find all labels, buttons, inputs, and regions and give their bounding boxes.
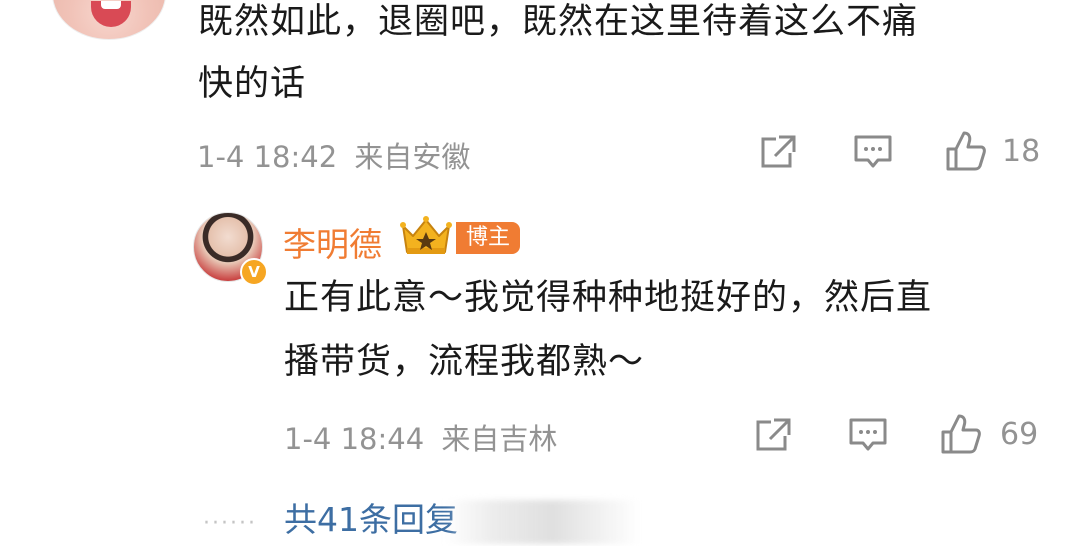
reply-location: 来自吉林 bbox=[441, 422, 558, 456]
reply-time: 1-4 18:44 bbox=[284, 422, 425, 456]
reply-text-line-2: 播带货，流程我都熟～ bbox=[284, 342, 645, 382]
blogger-tag: 博主 bbox=[456, 222, 521, 254]
comment-time: 1-4 18:42 bbox=[197, 140, 338, 174]
comment-location: 来自安徽 bbox=[354, 140, 471, 174]
more-dots: ······ bbox=[203, 511, 257, 536]
blurred-overlay bbox=[445, 500, 640, 544]
share-icon[interactable] bbox=[757, 132, 799, 172]
reply-comment-icon[interactable] bbox=[846, 415, 890, 455]
like-count: 18 bbox=[1002, 134, 1041, 169]
more-replies-link[interactable]: 共41条回复 bbox=[284, 493, 458, 541]
verified-badge-icon: V bbox=[240, 258, 268, 286]
commenter-avatar[interactable] bbox=[52, 0, 166, 40]
comment-text-line-1: 既然如此，退圈吧，既然在这里待着这么不痛 bbox=[198, 2, 919, 42]
like-icon[interactable] bbox=[943, 128, 989, 174]
reply-like-icon[interactable] bbox=[938, 411, 984, 457]
reply-meta: 1-4 18:44 来自吉林 bbox=[284, 416, 557, 458]
comment-meta: 1-4 18:42 来自安徽 bbox=[197, 134, 470, 176]
reply-like-count: 69 bbox=[1000, 417, 1039, 452]
reply-username[interactable]: 李明德 bbox=[283, 218, 382, 266]
reply-text-line-1: 正有此意～我觉得种种地挺好的，然后直 bbox=[284, 278, 933, 318]
reply-share-icon[interactable] bbox=[752, 415, 794, 455]
comment-text-line-2: 快的话 bbox=[198, 64, 307, 104]
crown-icon bbox=[397, 214, 455, 258]
comment-icon[interactable] bbox=[851, 132, 895, 172]
